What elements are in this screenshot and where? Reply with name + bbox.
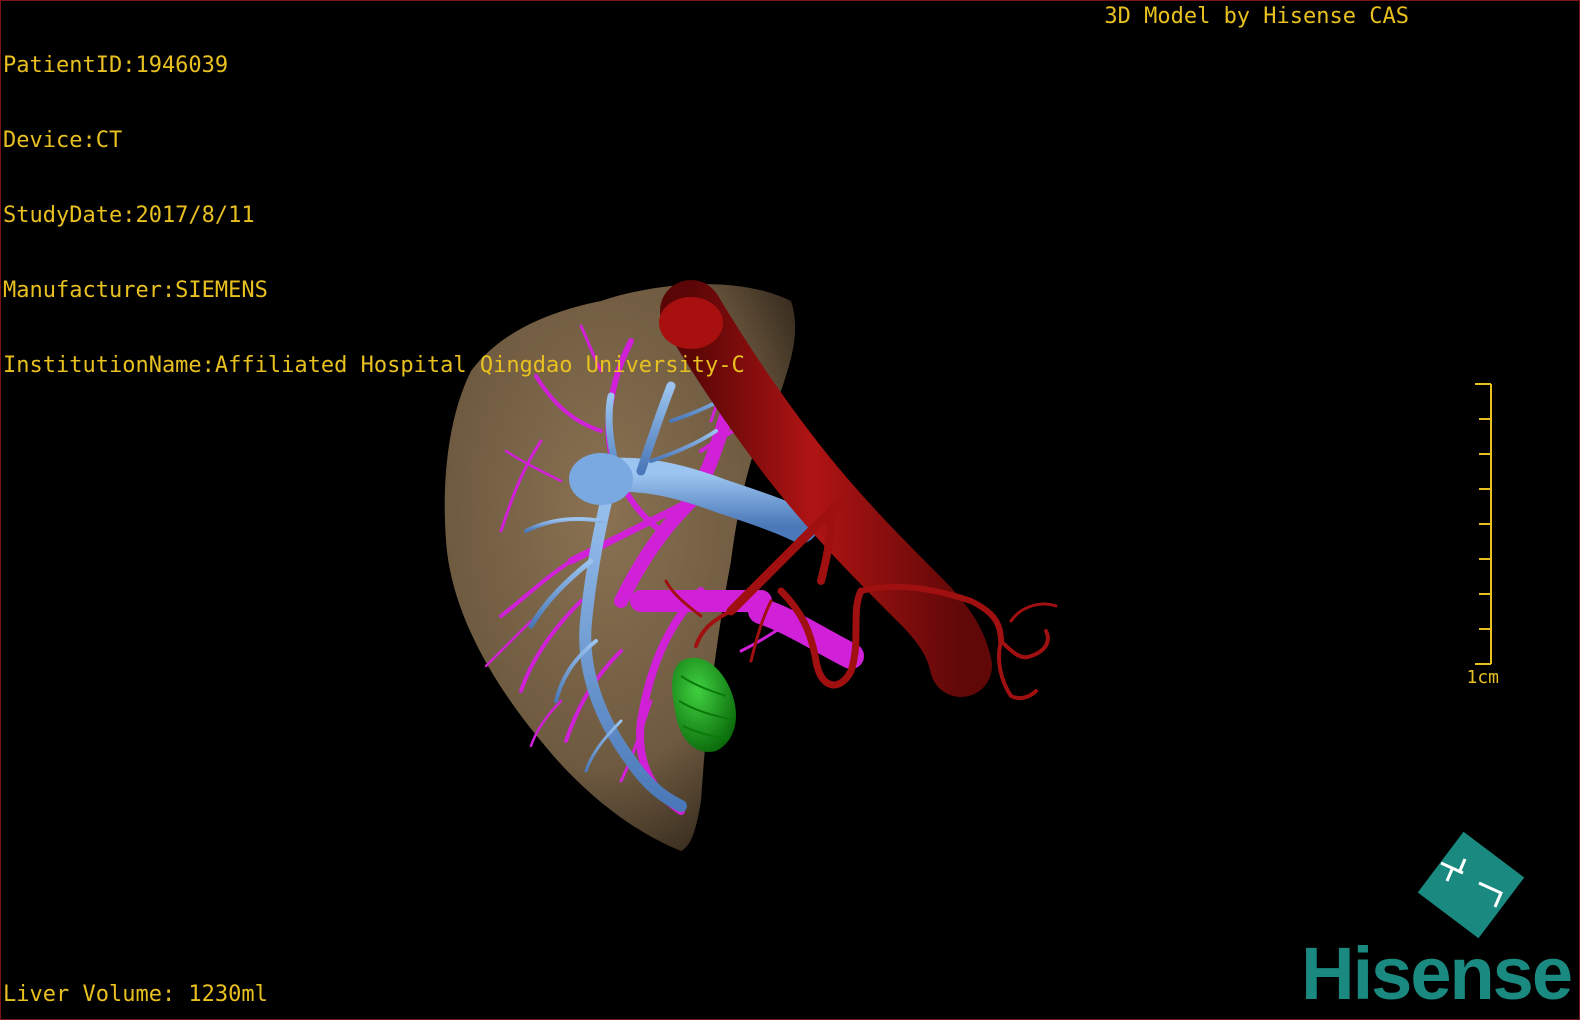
3d-viewport[interactable]: PatientID:1946039 Device:CT StudyDate:20… — [0, 0, 1580, 1020]
institution-label: InstitutionName:Affiliated Hospital Qing… — [3, 353, 745, 378]
scale-bar — [1475, 383, 1492, 665]
liver-volume-label: Liver Volume: 1230ml — [3, 982, 268, 1007]
dicom-info-overlay: PatientID:1946039 Device:CT StudyDate:20… — [3, 3, 745, 428]
patient-id-label: PatientID:1946039 — [3, 53, 229, 78]
device-label: Device:CT — [3, 128, 123, 153]
portal-vein-confluence — [569, 453, 633, 505]
scale-bar-label: 1cm — [1466, 667, 1499, 688]
hisense-logo: Hisense — [1301, 932, 1573, 1015]
manufacturer-label: Manufacturer:SIEMENS — [3, 278, 268, 303]
study-date-label: StudyDate:2017/8/11 — [3, 203, 255, 228]
model-title: 3D Model by Hisense CAS — [1104, 4, 1409, 29]
hisense-diamond-icon — [1417, 831, 1525, 939]
